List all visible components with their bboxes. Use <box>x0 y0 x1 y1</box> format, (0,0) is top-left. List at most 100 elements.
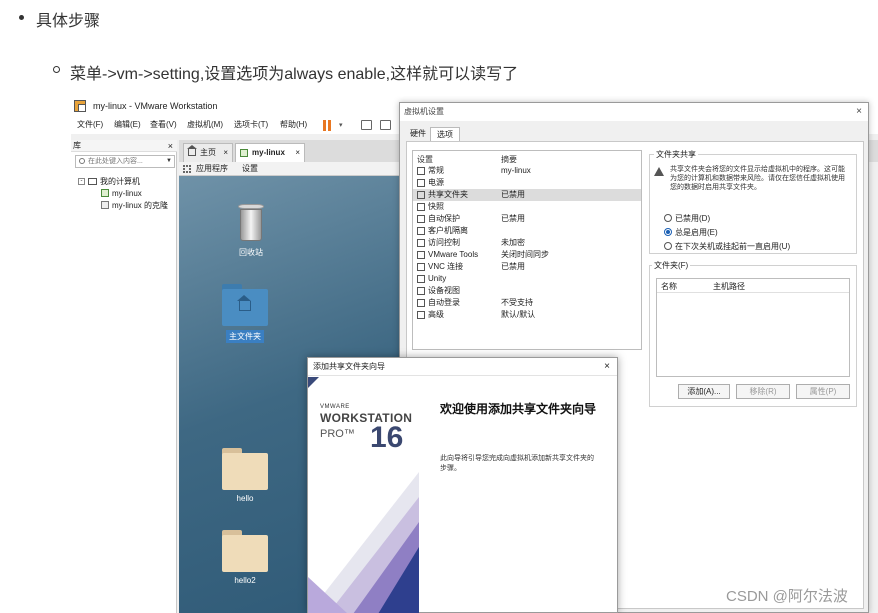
radio-until-poweroff[interactable]: 在下次关机或挂起前一直启用(U) <box>664 242 790 252</box>
menu-view[interactable]: 查看(V) <box>150 116 177 134</box>
settings-row[interactable]: 设备视图 <box>413 285 641 297</box>
properties-button[interactable]: 属性(P) <box>796 384 850 399</box>
csdn-watermark: CSDN @阿尔法波 <box>726 588 848 605</box>
setting-name: 设备视图 <box>428 286 460 295</box>
setting-summary: 未加密 <box>501 238 525 247</box>
desktop-icon-hello[interactable]: hello <box>215 448 275 503</box>
radio-icon <box>664 242 672 250</box>
col-summary: 摘要 <box>501 155 517 164</box>
setting-name: Unity <box>428 274 447 283</box>
tree-item-my-linux[interactable]: my-linux <box>101 188 142 199</box>
settings-row[interactable]: 访问控制 未加密 <box>413 237 641 249</box>
settings-row[interactable]: Unity <box>413 273 641 285</box>
setting-summary: my-linux <box>501 166 531 175</box>
bullet-dot <box>19 15 24 20</box>
settings-row[interactable]: 自动保护 已禁用 <box>413 213 641 225</box>
apps-grid-icon[interactable] <box>183 165 191 173</box>
setting-icon <box>417 287 425 295</box>
setting-name: 自动登录 <box>428 298 460 307</box>
settings-row[interactable]: 共享文件夹 已禁用 <box>413 189 641 201</box>
tab-home[interactable]: 主页 × <box>183 143 233 162</box>
settings-row[interactable]: 常规 my-linux <box>413 165 641 177</box>
tab-options[interactable]: 选项 <box>430 127 460 141</box>
vm-icon <box>101 201 109 209</box>
col-setting: 设置 <box>417 155 433 164</box>
setting-name: 共享文件夹 <box>428 190 468 199</box>
vm-icon <box>240 149 248 157</box>
close-icon[interactable]: × <box>856 103 862 121</box>
settings-row[interactable]: 客户机隔离 <box>413 225 641 237</box>
snapshot-icon[interactable] <box>380 120 391 130</box>
menu-file[interactable]: 文件(F) <box>77 116 103 134</box>
vm-running-icon <box>101 189 109 197</box>
desktop-icon-hello2[interactable]: hello2 <box>215 530 275 585</box>
desktop-icon-label: 主文件夹 <box>226 330 264 343</box>
remove-button[interactable]: 移除(R) <box>736 384 790 399</box>
library-title: 库 <box>73 141 81 150</box>
sharing-warning-text: 共享文件夹会将您的文件显示给虚拟机中的程序。这可能为您的计算机和数据带来风险。请… <box>670 166 845 191</box>
guest-apps-menu[interactable]: 应用程序 <box>196 162 228 176</box>
tree-expander[interactable]: - <box>78 178 85 185</box>
group-title: 文件夹(F) <box>652 260 691 271</box>
setting-icon <box>417 239 425 247</box>
send-keys-icon[interactable] <box>361 120 372 130</box>
settings-row[interactable]: VMware Tools 关闭时间同步 <box>413 249 641 261</box>
close-icon[interactable]: × <box>223 144 228 162</box>
menu-edit[interactable]: 编辑(E) <box>114 116 141 134</box>
folder-icon <box>222 530 268 572</box>
vmware-app-icon <box>74 100 86 112</box>
menu-tabs[interactable]: 选项卡(T) <box>234 116 268 134</box>
tab-my-linux[interactable]: my-linux × <box>235 143 305 162</box>
setting-summary: 不受支持 <box>501 298 533 307</box>
desktop-icon-home[interactable]: 主文件夹 <box>215 284 275 343</box>
tree-item-my-linux-clone[interactable]: my-linux 的克隆 <box>101 200 168 211</box>
radio-disabled[interactable]: 已禁用(D) <box>664 214 710 224</box>
setting-name: 常规 <box>428 166 444 175</box>
dialog-titlebar: 虚拟机设置 × <box>400 103 868 121</box>
home-icon <box>187 145 197 156</box>
radio-always-enabled[interactable]: 总是启用(E) <box>664 228 718 238</box>
setting-icon <box>417 275 425 283</box>
close-icon[interactable]: × <box>604 358 610 376</box>
col-host-path: 主机路径 <box>713 282 745 291</box>
close-icon[interactable]: × <box>295 144 300 162</box>
setting-icon <box>417 167 425 175</box>
desktop-icon-trash[interactable]: 回收站 <box>221 204 281 258</box>
chevron-down-icon[interactable]: ▼ <box>166 156 172 167</box>
vmware-screenshot: my-linux - VMware Workstation 文件(F) 编辑(E… <box>71 96 878 613</box>
settings-row[interactable]: 自动登录 不受支持 <box>413 297 641 309</box>
library-search-input[interactable]: 在此处键入内容... ▼ <box>75 155 175 168</box>
settings-row[interactable]: 高级 默认/默认 <box>413 309 641 321</box>
home-folder-icon <box>222 284 268 326</box>
setting-name: VNC 连接 <box>428 262 464 271</box>
guest-settings-menu[interactable]: 设置 <box>242 162 258 176</box>
radio-selected-icon <box>664 228 672 236</box>
close-icon[interactable]: × <box>168 140 173 152</box>
menu-vm[interactable]: 虚拟机(M) <box>187 116 223 134</box>
add-button[interactable]: 添加(A)... <box>678 384 730 399</box>
tree-root-my-computer[interactable]: 我的计算机 <box>88 176 140 187</box>
library-header: 库 × <box>71 140 177 152</box>
setting-summary: 已禁用 <box>501 190 525 199</box>
settings-row[interactable]: VNC 连接 已禁用 <box>413 261 641 273</box>
menu-help[interactable]: 帮助(H) <box>280 116 307 134</box>
settings-row[interactable]: 电源 <box>413 177 641 189</box>
wizard-heading: 欢迎使用添加共享文件夹向导 <box>440 402 597 416</box>
setting-summary: 已禁用 <box>501 262 525 271</box>
settings-row[interactable]: 快照 <box>413 201 641 213</box>
shared-folders-table[interactable]: 名称 主机路径 <box>656 278 850 377</box>
setting-icon <box>417 215 425 223</box>
wizard-titlebar: 添加共享文件夹向导 × <box>308 358 617 376</box>
warning-icon <box>654 167 664 176</box>
chevron-down-icon[interactable]: ▾ <box>339 117 343 135</box>
pause-icon[interactable] <box>323 120 333 131</box>
setting-name: 自动保护 <box>428 214 460 223</box>
table-divider <box>657 292 849 293</box>
setting-summary: 默认/默认 <box>501 310 536 319</box>
desktop-icon-label: hello2 <box>234 576 256 585</box>
group-title: 文件夹共享 <box>654 149 698 160</box>
wizard-description: 此向导将引导您完成向虚拟机添加新共享文件夹的步骤。 <box>440 455 594 472</box>
brand-edition: PRO™ <box>320 428 355 440</box>
step-heading: 具体步骤 <box>36 13 101 30</box>
tab-hardware[interactable]: 硬件 <box>404 127 432 141</box>
